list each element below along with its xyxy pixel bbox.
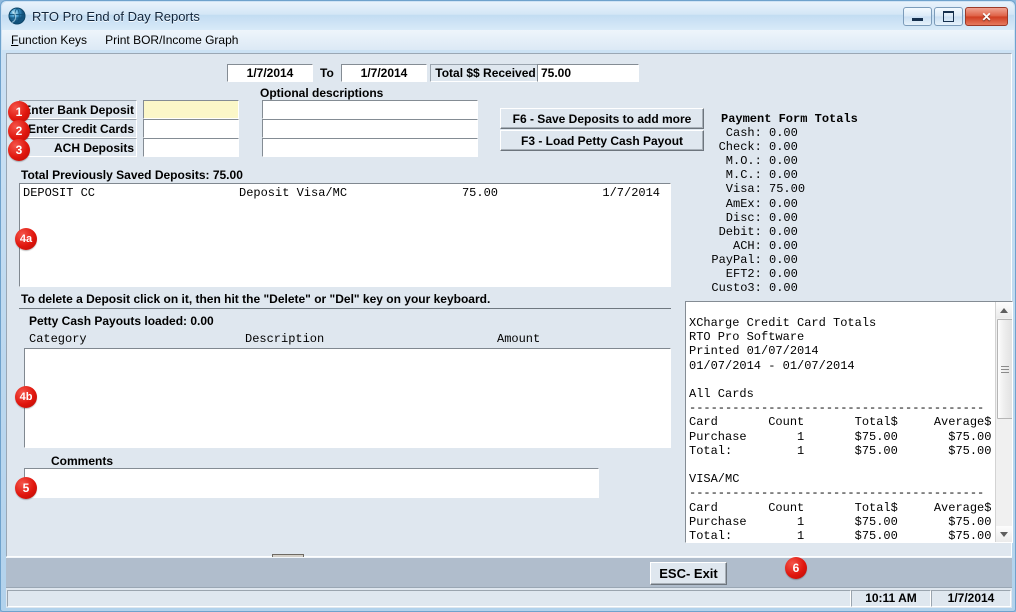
payment-total-row: M.C.: 0.00 [697,168,947,182]
scrollbar-thumb[interactable] [997,319,1013,419]
ach-deposits-label: ACH Deposits [19,138,137,157]
petty-cash-col-amount: Amount [497,332,540,346]
total-saved-deposits-label: Total Previously Saved Deposits: 75.00 [21,168,243,182]
petty-cash-list[interactable] [24,348,671,448]
step-badge-4a: 4a [15,228,37,250]
deposit-type: DEPOSIT CC [23,186,95,200]
bank-deposit-description-input[interactable] [262,100,478,119]
payment-total-row: M.O.: 0.00 [697,154,947,168]
comments-input[interactable] [24,468,599,498]
delete-deposit-hint: To delete a Deposit click on it, then hi… [21,292,490,306]
payment-form-totals: Payment Form Totals Cash: 0.00 Check: 0.… [697,112,947,295]
status-date: 1/7/2014 [931,590,1011,607]
payment-total-row: Cash: 0.00 [697,126,947,140]
client-area: 1/7/2014 To 1/7/2014 Total $$ Received 7… [6,53,1012,557]
load-petty-cash-payout-button[interactable]: F3 - Load Petty Cash Payout [500,130,704,151]
comments-label: Comments [51,454,113,468]
ach-deposits-amount-input[interactable] [143,138,239,157]
status-time: 10:11 AM [851,590,931,607]
title-bar: RTO Pro End of Day Reports ✕ [2,2,1014,30]
ach-deposits-description-input[interactable] [262,138,478,157]
bottom-button-band: ESC- Exit [6,557,1012,588]
optional-descriptions-label: Optional descriptions [260,86,383,100]
maximize-button[interactable] [934,7,963,26]
globe-icon [8,7,26,25]
step-badge-3: 3 [8,139,30,161]
xcharge-credit-card-totals-panel: XCharge Credit Card Totals RTO Pro Softw… [685,301,1013,543]
step-badge-6: 6 [785,557,807,579]
menu-bar: FFunction Keysunction Keys Print BOR/Inc… [2,30,1014,50]
total-received-label: Total $$ Received [430,64,541,82]
status-message-panel [7,590,851,607]
payment-total-row: Check: 0.00 [697,140,947,154]
menu-item-function-keys[interactable]: FFunction Keysunction Keys [2,32,96,48]
date-to-label: To [320,66,334,80]
payment-totals-title: Payment Form Totals [697,112,947,126]
payment-total-row: Visa: 75.00 [697,182,947,196]
scroll-up-arrow-icon[interactable] [996,302,1012,318]
step-badge-4b: 4b [15,386,37,408]
step-badge-5: 5 [15,477,37,499]
application-window: RTO Pro End of Day Reports ✕ FFunction K… [0,0,1016,612]
enter-bank-deposit-label: Enter Bank Deposit [19,100,137,119]
date-from-field[interactable]: 1/7/2014 [227,64,313,82]
xcharge-scrollbar[interactable] [995,302,1012,542]
scroll-down-arrow-icon[interactable] [996,526,1012,542]
date-to-field[interactable]: 1/7/2014 [341,64,427,82]
petty-cash-col-description: Description [245,332,324,346]
payment-total-row: Disc: 0.00 [697,211,947,225]
close-button[interactable]: ✕ [965,7,1008,26]
status-bar: 10:11 AM 1/7/2014 [6,587,1012,608]
credit-cards-description-input[interactable] [262,119,478,138]
credit-cards-amount-input[interactable] [143,119,239,138]
payment-total-row: PayPal: 0.00 [697,253,947,267]
payment-total-row: Debit: 0.00 [697,225,947,239]
total-received-field: 75.00 [537,64,639,82]
enter-credit-cards-label: Enter Credit Cards [19,119,137,138]
minimize-button[interactable] [903,7,932,26]
divider-deposits [19,308,671,309]
menu-item-print-bor-income-graph[interactable]: Print BOR/Income Graph [96,32,247,48]
payment-total-row: AmEx: 0.00 [697,197,947,211]
window-title: RTO Pro End of Day Reports [32,9,200,24]
table-row[interactable]: DEPOSIT CC Deposit Visa/MC 75.00 1/7/2014 [23,186,668,201]
payment-total-row: Custo3: 0.00 [697,281,947,295]
xcharge-report-text: XCharge Credit Card Totals RTO Pro Softw… [689,316,993,543]
petty-cash-loaded-label: Petty Cash Payouts loaded: 0.00 [29,314,214,328]
esc-exit-button[interactable]: ESC- Exit [650,562,727,585]
deposits-list[interactable]: DEPOSIT CC Deposit Visa/MC 75.00 1/7/2014 [19,183,671,287]
save-deposits-button[interactable]: F6 - Save Deposits to add more [500,108,704,129]
payment-total-row: ACH: 0.00 [697,239,947,253]
petty-cash-col-category: Category [29,332,87,346]
payment-total-row: EFT2: 0.00 [697,267,947,281]
deposit-date: 1/7/2014 [602,186,660,200]
window-controls: ✕ [903,7,1008,26]
deposit-amount: 75.00 [462,186,498,200]
bank-deposit-amount-input[interactable] [143,100,239,119]
deposit-description: Deposit Visa/MC [239,186,347,200]
